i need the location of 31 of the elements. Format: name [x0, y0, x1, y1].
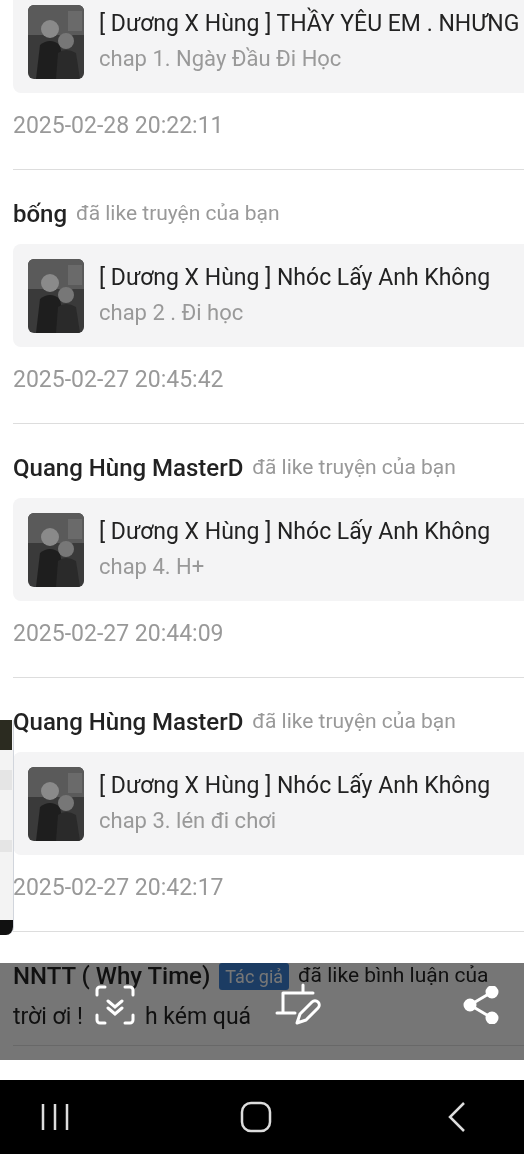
author-badge: Tác giả: [219, 962, 290, 990]
story-title: [ Dương X Hùng ] Nhóc Lấy Anh Không: [99, 773, 491, 799]
user-name[interactable]: NNTT ( Why Time): [13, 958, 211, 994]
story-card[interactable]: [ Dương X Hùng ] Nhóc Lấy Anh Không chap 3. lén đi chơi: [13, 752, 524, 855]
user-name[interactable]: Quang Hùng MasterD: [13, 450, 244, 486]
back-icon[interactable]: [446, 1101, 468, 1133]
timestamp: 2025-02-27 20:45:42: [13, 365, 225, 395]
comment-text: h kém quá: [144, 1002, 252, 1032]
story-card[interactable]: [ Dương X Hùng ] THẦY YÊU EM . NHƯNG chap 1. Ngày Đầu Đi Học: [13, 0, 524, 93]
action-text: đã like truyện của bạn: [76, 200, 280, 228]
action-text: đã like bình luận của: [298, 962, 489, 990]
recent-apps-icon[interactable]: [40, 1102, 70, 1132]
user-name[interactable]: Quang Hùng MasterD: [13, 704, 244, 740]
story-title: [ Dương X Hùng ] Nhóc Lấy Anh Không: [99, 265, 491, 291]
home-icon[interactable]: [240, 1101, 272, 1133]
story-card[interactable]: [ Dương X Hùng ] Nhóc Lấy Anh Không chap 2 . Đi học: [13, 244, 524, 347]
timestamp: 2025-02-27 20:44:09: [13, 619, 225, 649]
story-title: [ Dương X Hùng ] Nhóc Lấy Anh Không: [99, 519, 491, 545]
chapter-title: chap 3. lén đi chơi: [99, 808, 278, 834]
chapter-title: chap 1. Ngày Đầu Đi Học: [99, 46, 343, 72]
share-icon[interactable]: [463, 986, 499, 1024]
action-text: đã like truyện của bạn: [252, 454, 456, 482]
chapter-title: chap 2 . Đi học: [99, 300, 245, 326]
user-name[interactable]: bống: [13, 196, 68, 232]
story-card[interactable]: [ Dương X Hùng ] Nhóc Lấy Anh Không chap 4. H+: [13, 498, 524, 601]
chapter-title: chap 4. H+: [99, 554, 206, 580]
comment-text: trời ơi !: [13, 1002, 83, 1032]
action-text: đã like truyện của bạn: [252, 708, 456, 736]
timestamp: 2025-02-28 20:22:11: [13, 111, 225, 141]
timestamp: 2025-02-27 20:42:17: [13, 873, 225, 903]
screenshot-thumbnail[interactable]: [0, 720, 14, 935]
